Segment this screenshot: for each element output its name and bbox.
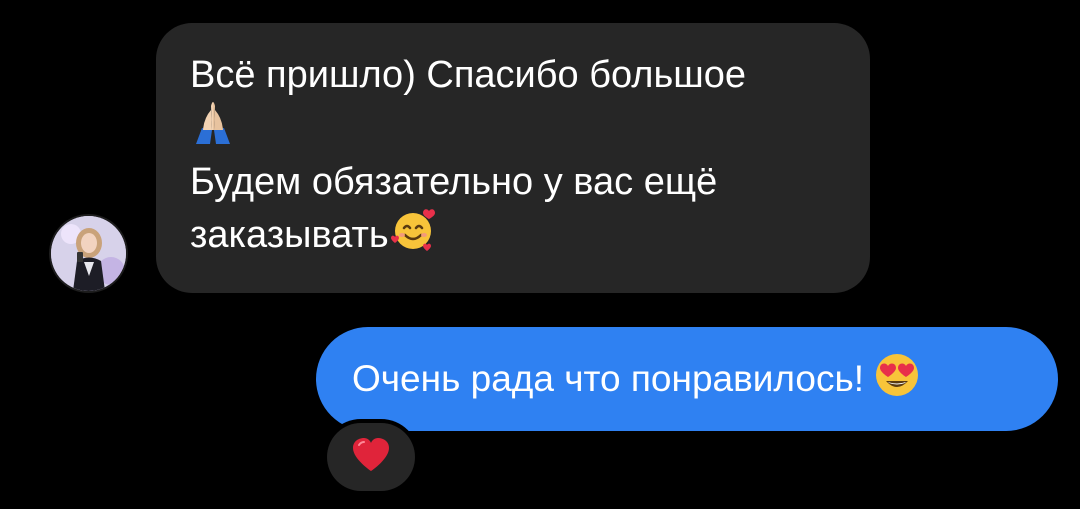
red-heart-icon [351,437,391,478]
chat-screen: Всё пришло) Спасибо большое Будем обязат… [0,0,1080,509]
incoming-message-line-4: заказывать [190,207,836,266]
incoming-message-line-4-text: заказывать [190,214,389,257]
incoming-message-line-2 [190,100,836,157]
heart-eyes-icon [874,352,920,407]
incoming-message-line-3: Будем обязательно у вас ещё [190,160,718,203]
folded-hands-icon [190,100,236,157]
smiling-face-with-hearts-icon [389,207,437,266]
incoming-message-line-1: Всё пришло) Спасибо большое [190,54,747,96]
sender-avatar[interactable] [51,216,126,291]
incoming-message-bubble[interactable]: Всё пришло) Спасибо большое Будем обязат… [156,23,870,293]
outgoing-message-bubble[interactable]: Очень рада что понравилось! [316,327,1058,431]
avatar-photo-icon [51,216,126,291]
message-reaction[interactable] [327,423,415,491]
outgoing-message-text: Очень рада что понравилось! [352,358,865,399]
